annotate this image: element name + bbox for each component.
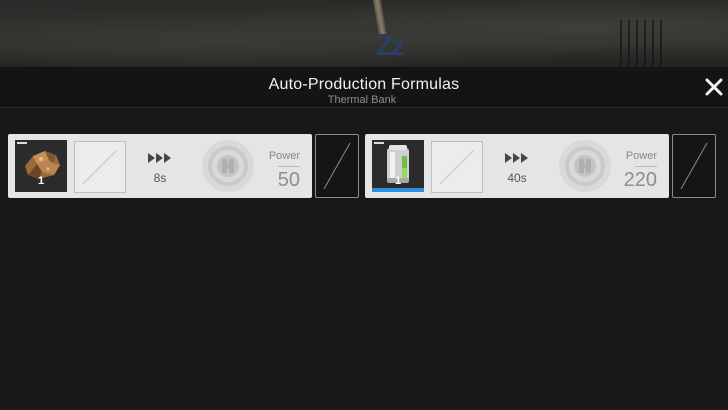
production-time: 8s [153,171,167,185]
power-divider [278,166,300,167]
power-icon [202,140,254,192]
power-label: Power [625,150,657,162]
input-item-slot[interactable]: 1 [372,140,424,192]
formula-card[interactable]: 1 8s Power 50 [8,134,312,198]
background-fence [620,20,668,68]
power-label: Power [268,150,300,162]
rarity-bar [15,188,67,192]
close-icon [705,78,723,96]
empty-slot-icon [323,142,351,190]
power-icon [559,140,611,192]
game-background [0,0,728,68]
fast-forward-icon [505,153,528,163]
input-quantity: 1 [394,175,402,187]
output-slot[interactable] [672,134,716,198]
empty-slot[interactable] [74,141,126,193]
power-divider [635,166,657,167]
empty-slot[interactable] [431,141,483,193]
close-button[interactable] [700,74,728,100]
production-time: 40s [507,171,527,185]
page-title: Auto-Production Formulas [268,76,460,93]
rarity-bar [372,188,424,192]
facility-name: Thermal Bank [327,94,397,106]
power-output: Power 220 [551,140,661,192]
power-value: 220 [623,169,657,191]
input-item-slot[interactable]: 1 [15,140,67,192]
power-value: 50 [277,169,300,191]
power-output: Power 50 [194,140,304,192]
empty-slot-icon [439,149,475,185]
output-slot[interactable] [315,134,359,198]
empty-slot-icon [82,149,118,185]
sleep-icon: Zz [376,30,405,61]
input-quantity: 1 [37,175,45,187]
empty-slot-icon [680,142,708,190]
fast-forward-icon [148,153,171,163]
formula-card[interactable]: 1 40s Power 220 [365,134,669,198]
